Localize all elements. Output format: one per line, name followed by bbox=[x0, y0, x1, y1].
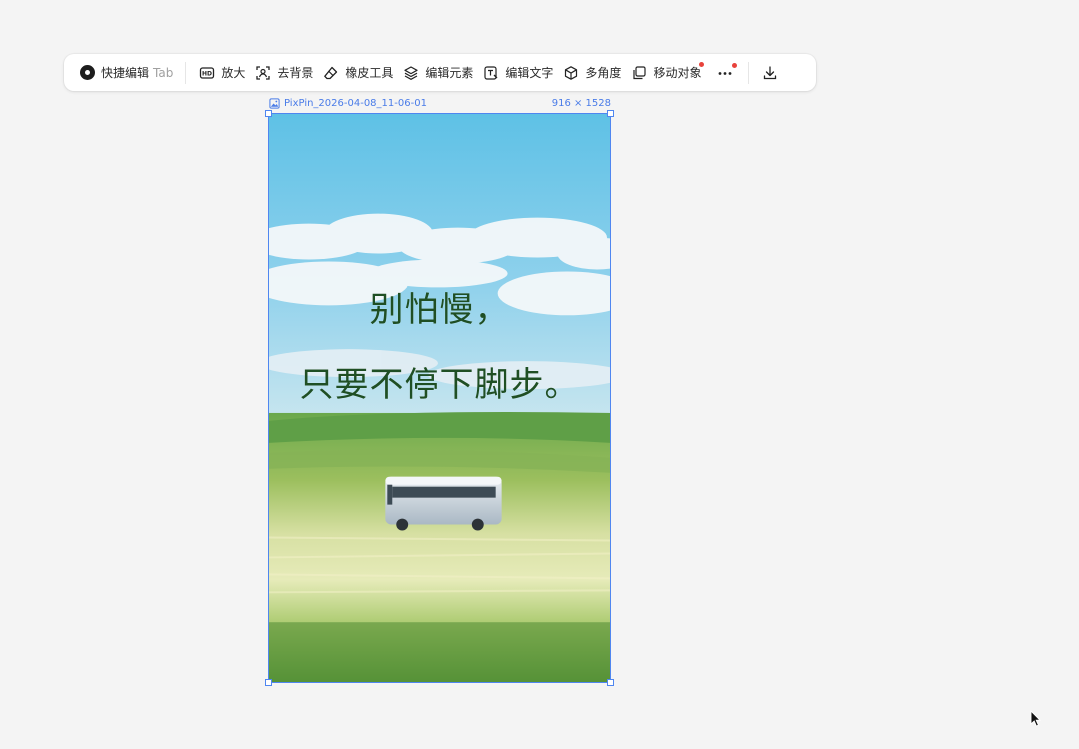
remove-background-label: 去背景 bbox=[277, 66, 314, 80]
image-edit-toolbar: 快捷编辑 Tab HD 放大 去背景 橡皮工具 编辑元素 编辑文字 多角度 移动… bbox=[64, 54, 816, 91]
multi-angle-button[interactable]: 多角度 bbox=[558, 59, 626, 87]
svg-text:HD: HD bbox=[202, 70, 212, 77]
move-object-button[interactable]: 移动对象 bbox=[626, 59, 706, 87]
quick-edit-shortcut: Tab bbox=[153, 65, 174, 80]
download-icon bbox=[764, 65, 777, 79]
edit-elements-label: 编辑元素 bbox=[425, 66, 474, 80]
eraser-icon bbox=[324, 66, 338, 79]
move-object-label: 移动对象 bbox=[653, 66, 702, 80]
toolbar-divider bbox=[185, 61, 187, 84]
toolbar-divider bbox=[748, 61, 750, 84]
quick-edit-button[interactable]: 快捷编辑 Tab bbox=[75, 59, 179, 87]
image-icon bbox=[269, 97, 280, 109]
more-icon bbox=[719, 71, 732, 75]
move-object-notification-dot bbox=[699, 61, 705, 67]
download-button[interactable] bbox=[757, 59, 783, 87]
image-filename: PixPin_2026-04-08_11-06-01 bbox=[284, 97, 427, 109]
quote-line-1: 别怕慢， bbox=[369, 290, 510, 330]
layers-icon bbox=[404, 65, 418, 80]
cube-icon bbox=[565, 65, 578, 80]
resize-handle-top-left[interactable] bbox=[265, 110, 272, 117]
multi-angle-label: 多角度 bbox=[585, 66, 622, 80]
bus bbox=[385, 476, 502, 531]
selected-image[interactable]: 别怕慢， 只要不停下脚步。 bbox=[265, 110, 614, 686]
move-object-icon bbox=[633, 65, 647, 79]
edit-text-button[interactable]: 编辑文字 bbox=[478, 59, 558, 87]
eraser-label: 橡皮工具 bbox=[345, 66, 394, 80]
resize-handle-bottom-right[interactable] bbox=[607, 679, 614, 686]
more-button[interactable] bbox=[712, 59, 738, 87]
quick-edit-label: 快捷编辑 bbox=[101, 66, 150, 80]
hd-icon: HD bbox=[200, 66, 215, 79]
upscale-label: 放大 bbox=[221, 66, 246, 80]
mouse-cursor-icon bbox=[1030, 710, 1042, 727]
more-notification-dot bbox=[732, 62, 738, 68]
canvas-image-header: PixPin_2026-04-08_11-06-01 916 × 1528 bbox=[269, 96, 611, 110]
remove-background-icon bbox=[256, 65, 271, 80]
eraser-button[interactable]: 橡皮工具 bbox=[318, 59, 398, 87]
logo-icon bbox=[80, 65, 95, 80]
resize-handle-bottom-left[interactable] bbox=[265, 679, 272, 686]
image-dimensions: 916 × 1528 bbox=[551, 97, 611, 109]
text-edit-icon bbox=[484, 65, 498, 80]
upscale-button[interactable]: HD 放大 bbox=[194, 59, 250, 87]
edit-text-label: 编辑文字 bbox=[505, 66, 554, 80]
remove-background-button[interactable]: 去背景 bbox=[250, 59, 318, 87]
edit-elements-button[interactable]: 编辑元素 bbox=[398, 59, 478, 87]
quote-line-2: 只要不停下脚步。 bbox=[299, 365, 580, 405]
resize-handle-top-right[interactable] bbox=[607, 110, 614, 117]
